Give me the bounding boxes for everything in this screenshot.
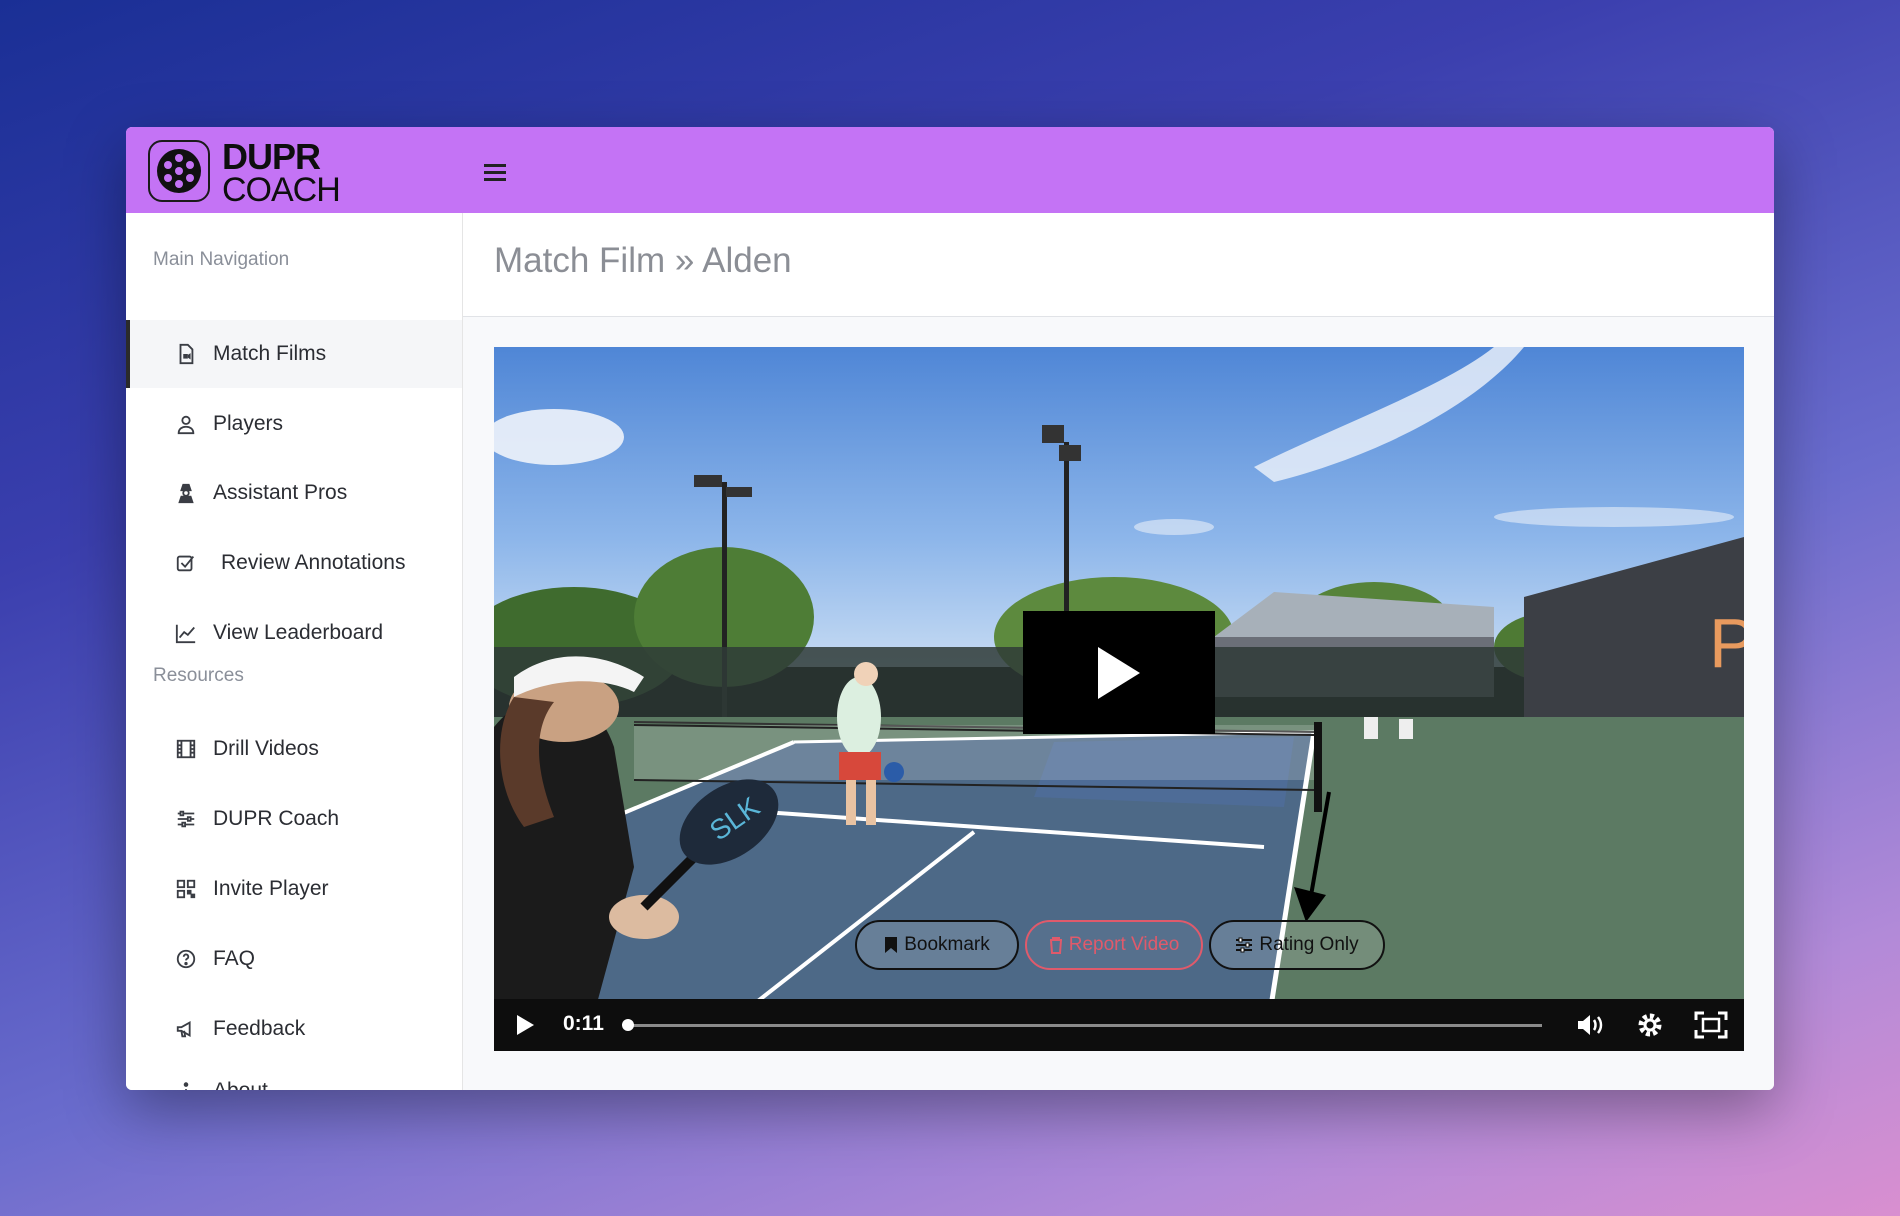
- fullscreen-icon[interactable]: [1694, 1011, 1728, 1039]
- breadcrumb-separator: »: [674, 241, 695, 280]
- bookmark-icon: [885, 937, 898, 953]
- sidebar-item-label: View Leaderboard: [213, 621, 384, 644]
- sidebar-item-label: Review Annotations: [221, 551, 406, 574]
- rating-only-button[interactable]: Rating Only: [1209, 920, 1385, 970]
- sidebar-item-label: Players: [213, 412, 284, 435]
- breadcrumb-root[interactable]: Match Film: [494, 241, 665, 280]
- chart-line-icon: [174, 621, 198, 645]
- play-icon[interactable]: [514, 1013, 536, 1037]
- megaphone-icon: [174, 1017, 198, 1041]
- sidebar-item-label: Drill Videos: [213, 737, 319, 760]
- sidebar-item-label: Match Films: [213, 342, 327, 365]
- sidebar-item-review-annotations[interactable]: Review Annotations: [126, 529, 462, 597]
- sidebar-item-drill-videos[interactable]: Drill Videos: [126, 715, 462, 783]
- top-bar: DUPR COACH: [126, 127, 1774, 213]
- video-controls: 0:11: [494, 999, 1744, 1051]
- user-icon: [174, 412, 198, 436]
- breadcrumb: Match Film » Alden: [494, 241, 792, 281]
- sidebar-item-assistant-pros[interactable]: Assistant Pros: [126, 459, 462, 527]
- sidebar-item-label: About: [213, 1079, 268, 1090]
- bookmark-label: Bookmark: [904, 934, 990, 955]
- progress-knob[interactable]: [622, 1019, 634, 1031]
- app-window: DUPR COACH Main Navigation Match Films P…: [126, 127, 1774, 1090]
- question-circle-icon: [174, 947, 198, 971]
- info-icon: [174, 1079, 198, 1090]
- pickleball-icon: [157, 149, 201, 193]
- sidebar-item-faq[interactable]: FAQ: [126, 925, 462, 993]
- hamburger-icon[interactable]: [484, 158, 506, 189]
- breadcrumb-current: Alden: [702, 241, 792, 280]
- sidebar: Main Navigation Match Films Players Assi…: [126, 213, 463, 1090]
- sidebar-item-label: DUPR Coach: [213, 807, 340, 830]
- page-header: Match Film » Alden: [463, 213, 1774, 317]
- report-video-button[interactable]: Report Video: [1025, 920, 1203, 970]
- report-video-label: Report Video: [1068, 934, 1180, 955]
- brand-logo-text: DUPR COACH: [222, 136, 341, 209]
- video-player[interactable]: P SLK Bookmark Report Video Rating Only …: [494, 347, 1744, 1051]
- current-time: 0:11: [563, 1012, 604, 1035]
- sliders-icon: [174, 807, 198, 831]
- progress-bar[interactable]: [627, 1024, 1542, 1027]
- bookmark-button[interactable]: Bookmark: [855, 920, 1019, 970]
- sidebar-item-feedback[interactable]: Feedback: [126, 995, 462, 1063]
- play-icon: [1098, 646, 1140, 699]
- section-title-resources: Resources: [153, 665, 244, 686]
- sidebar-item-label: FAQ: [213, 947, 256, 970]
- logo-icon[interactable]: [148, 140, 210, 202]
- sliders-icon: [1236, 937, 1253, 953]
- sidebar-item-leaderboard[interactable]: View Leaderboard: [126, 599, 462, 667]
- sidebar-item-dupr-coach[interactable]: DUPR Coach: [126, 785, 462, 853]
- brand-line2: COACH: [222, 171, 341, 209]
- sidebar-item-match-films[interactable]: Match Films: [126, 320, 462, 388]
- svg-text:P: P: [1709, 604, 1744, 682]
- sidebar-item-players[interactable]: Players: [126, 390, 462, 458]
- trash-icon: [1049, 937, 1062, 954]
- sidebar-item-about[interactable]: About: [126, 1057, 462, 1090]
- sidebar-item-label: Invite Player: [213, 877, 329, 900]
- qr-code-icon: [174, 877, 198, 901]
- checkbox-icon: [174, 551, 198, 575]
- play-overlay-button[interactable]: [1023, 611, 1215, 734]
- video-file-icon: [174, 342, 198, 366]
- brand-line1: DUPR: [222, 136, 321, 177]
- sidebar-item-invite-player[interactable]: Invite Player: [126, 855, 462, 923]
- settings-gear-icon[interactable]: [1635, 1010, 1665, 1040]
- user-secret-icon: [174, 481, 198, 505]
- sidebar-item-label: Feedback: [213, 1017, 306, 1040]
- sidebar-item-label: Assistant Pros: [213, 481, 348, 504]
- volume-icon[interactable]: [1576, 1012, 1606, 1038]
- rating-only-label: Rating Only: [1259, 934, 1359, 955]
- film-icon: [174, 737, 198, 761]
- section-title-main: Main Navigation: [153, 249, 290, 270]
- main-content: Match Film » Alden P SLK Bookmark Report…: [463, 213, 1774, 1090]
